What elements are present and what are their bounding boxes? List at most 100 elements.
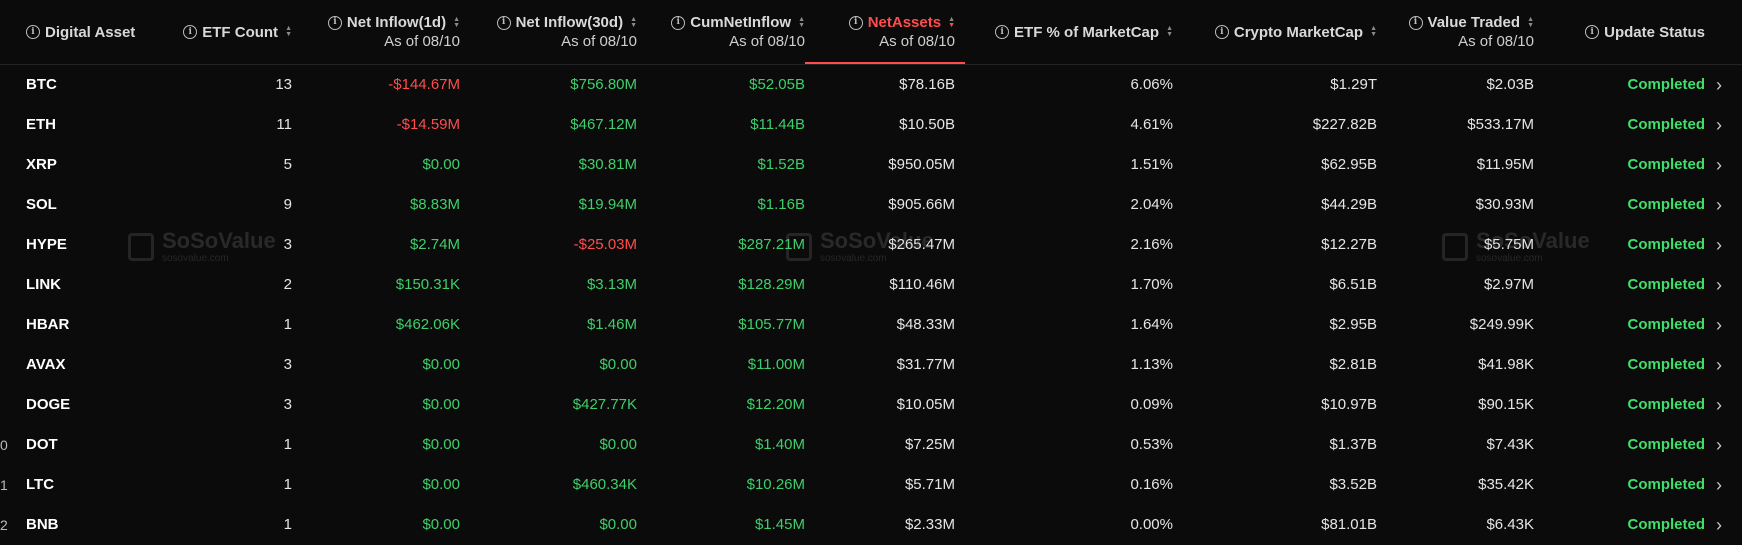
cell-inflow-1d: $8.83M (409, 196, 460, 213)
table-row[interactable]: XRP 5 $0.00 $30.81M $1.52B $950.05M 1.51% $62.9… (0, 145, 1742, 185)
cell-asset[interactable]: HBAR (26, 305, 176, 345)
cell-asset[interactable]: DOT (26, 425, 176, 465)
chevron-right-icon[interactable]: › (1716, 185, 1730, 225)
column-header-etf-pct[interactable]: i ETF % of MarketCap ▲ ▼ (985, 0, 1173, 64)
info-icon[interactable]: i (848, 15, 863, 30)
cell-cum-inflow: $11.44B (750, 116, 805, 133)
chevron-right-icon[interactable]: › (1716, 145, 1730, 185)
chevron-right-icon[interactable]: › (1716, 225, 1730, 265)
cell-asset[interactable]: DOGE (26, 385, 176, 425)
info-icon[interactable]: i (1214, 25, 1229, 39)
cell-asset[interactable]: AVAX (26, 345, 176, 385)
chevron-right-icon[interactable]: › (1716, 425, 1730, 465)
cell-cum-inflow: $105.77M (738, 316, 805, 333)
cell-asset[interactable]: BTC (26, 65, 176, 105)
cell-asset[interactable]: LTC (26, 465, 176, 505)
sort-icon[interactable]: ▲ ▼ (285, 25, 292, 38)
column-header-date: As of 08/10 (729, 33, 805, 50)
chevron-right-icon[interactable]: › (1716, 505, 1730, 545)
column-header-etf-count[interactable]: i ETF Count ▲ ▼ (160, 0, 292, 64)
cell-etf-pct: 0.00% (1130, 516, 1173, 533)
cell-value-traded: $2.97M (1483, 276, 1534, 293)
cell-market-cap: $1.29T (1330, 76, 1377, 93)
sort-icon[interactable]: ▲ ▼ (1527, 16, 1534, 29)
column-header-value-traded[interactable]: i Value Traded ▲ ▼ As of 08/10 (1390, 0, 1534, 64)
chevron-right-icon[interactable]: › (1716, 65, 1730, 105)
table-row[interactable]: BTC 13 -$144.67M $756.80M $52.05B $78.16B 6.06… (0, 65, 1742, 105)
cell-status: Completed (1570, 265, 1705, 305)
chevron-right-icon[interactable]: › (1716, 345, 1730, 385)
cell-inflow-30d: $756.80M (570, 76, 637, 93)
info-icon[interactable]: i (671, 15, 686, 30)
cell-inflow-30d: $30.81M (578, 156, 637, 173)
sort-icon[interactable]: ▲ ▼ (1370, 25, 1377, 38)
table-row[interactable]: HBAR 1 $462.06K $1.46M $105.77M $48.33M 1.64% $… (0, 305, 1742, 345)
cell-value-traded: $35.42K (1478, 476, 1534, 493)
column-header-inflow-1d[interactable]: i Net Inflow(1d) ▲ ▼ As of 08/10 (300, 0, 460, 64)
cell-cum-inflow: $287.21M (738, 236, 805, 253)
chevron-right-icon[interactable]: › (1716, 105, 1730, 145)
cell-asset[interactable]: XRP (26, 145, 176, 185)
table-row[interactable]: 1 LTC 1 $0.00 $460.34K $10.26M $5.71M 0.16% $3.5… (0, 465, 1742, 505)
sort-icon[interactable]: ▲ ▼ (798, 16, 805, 29)
status-text: Completed (1627, 236, 1705, 253)
cell-etf-count: 1 (283, 436, 292, 453)
sort-icon[interactable]: ▲ ▼ (453, 16, 460, 29)
cell-asset[interactable]: HYPE (26, 225, 176, 265)
column-header-asset[interactable]: i Digital Asset (26, 0, 176, 64)
column-header-label: Crypto MarketCap (1233, 23, 1364, 41)
cell-status: Completed (1570, 465, 1705, 505)
table-row[interactable]: 2 BNB 1 $0.00 $0.00 $1.45M $2.33M 0.00% $81.01B $… (0, 505, 1742, 545)
chevron-right-icon[interactable]: › (1716, 385, 1730, 425)
cell-etf-count: 3 (283, 236, 292, 253)
cell-etf-pct: 2.04% (1130, 196, 1173, 213)
table-row[interactable]: SOL 9 $8.83M $19.94M $1.16B $905.66M 2.04% $44.… (0, 185, 1742, 225)
column-header-inflow-30d[interactable]: i Net Inflow(30d) ▲ ▼ As of 08/10 (470, 0, 637, 64)
sort-icon[interactable]: ▲ ▼ (630, 16, 637, 29)
status-text: Completed (1627, 396, 1705, 413)
sort-icon[interactable]: ▲ ▼ (1166, 25, 1173, 38)
column-header-status[interactable]: i Update Status (1570, 0, 1705, 64)
table-row[interactable]: HYPE 3 $2.74M -$25.03M $287.21M $265.47M 2.16%… (0, 225, 1742, 265)
table-row[interactable]: LINK 2 $150.31K $3.13M $128.29M $110.46M 1.70%… (0, 265, 1742, 305)
table-row[interactable]: AVAX 3 $0.00 $0.00 $11.00M $31.77M 1.13% $2.81B… (0, 345, 1742, 385)
cell-status: Completed (1570, 185, 1705, 225)
cell-etf-count: 2 (283, 276, 292, 293)
info-icon[interactable]: i (995, 25, 1010, 39)
info-icon[interactable]: i (327, 15, 342, 30)
column-header-label: NetAssets (867, 14, 942, 31)
column-header-net-assets[interactable]: i NetAssets ▲ ▼ As of 08/10 (805, 0, 965, 64)
cell-asset[interactable]: LINK (26, 265, 176, 305)
chevron-right-icon[interactable]: › (1716, 305, 1730, 345)
cell-status: Completed (1570, 105, 1705, 145)
cell-etf-count: 3 (283, 396, 292, 413)
cell-etf-pct: 1.64% (1130, 316, 1173, 333)
cell-net-assets: $110.46M (889, 276, 955, 293)
status-text: Completed (1627, 156, 1705, 173)
sort-icon[interactable]: ▲ ▼ (948, 16, 955, 29)
cell-asset[interactable]: ETH (26, 105, 176, 145)
chevron-right-icon[interactable]: › (1716, 265, 1730, 305)
chevron-right-icon[interactable]: › (1716, 465, 1730, 505)
status-text: Completed (1627, 436, 1705, 453)
info-icon[interactable]: i (1585, 25, 1600, 39)
cell-etf-pct: 1.13% (1130, 356, 1173, 373)
cell-asset[interactable]: SOL (26, 185, 176, 225)
cell-value-traded: $2.03B (1486, 76, 1534, 93)
cell-idx (0, 145, 14, 185)
cell-etf-count: 9 (283, 196, 292, 213)
info-icon[interactable]: i (1408, 15, 1423, 30)
column-header-cum-inflow[interactable]: i CumNetInflow ▲ ▼ As of 08/10 (650, 0, 805, 64)
cell-asset[interactable]: BNB (26, 505, 176, 545)
info-icon[interactable]: i (496, 15, 511, 30)
cell-etf-count: 3 (283, 356, 292, 373)
cell-idx (0, 185, 14, 225)
column-header-date: As of 08/10 (561, 33, 637, 50)
table-row[interactable]: 0 DOT 1 $0.00 $0.00 $1.40M $7.25M 0.53% $1.37B $7… (0, 425, 1742, 465)
table-row[interactable]: ETH 11 -$14.59M $467.12M $11.44B $10.50B 4.61%… (0, 105, 1742, 145)
column-header-market-cap[interactable]: i Crypto MarketCap ▲ ▼ (1190, 0, 1377, 64)
cell-value-traded: $30.93M (1475, 196, 1534, 213)
info-icon[interactable]: i (183, 25, 198, 39)
table-row[interactable]: DOGE 3 $0.00 $427.77K $12.20M $10.05M 0.09% $10… (0, 385, 1742, 425)
info-icon[interactable]: i (26, 25, 40, 39)
